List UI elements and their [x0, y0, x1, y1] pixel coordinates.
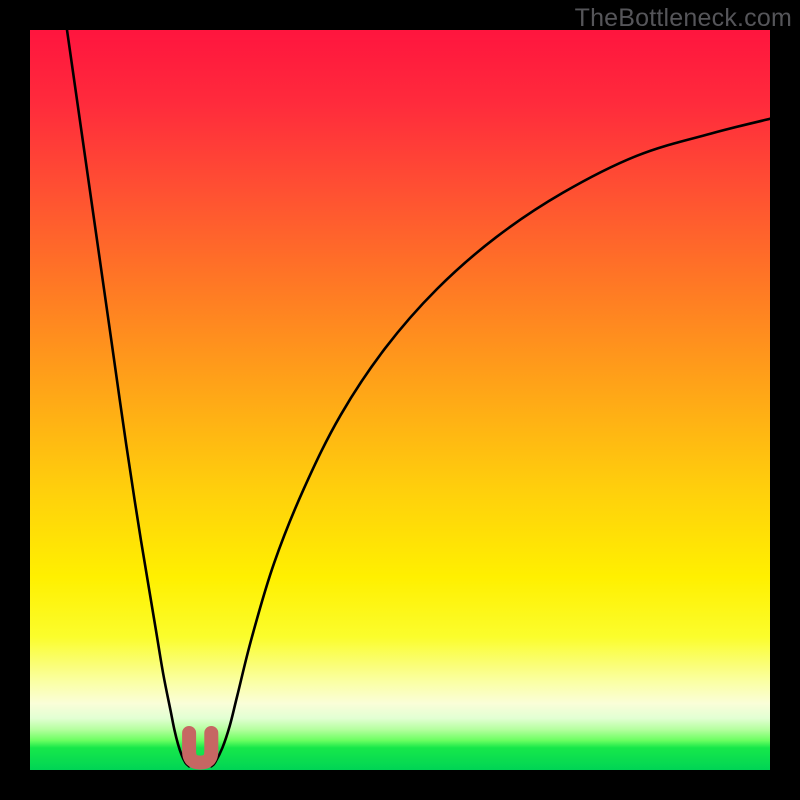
curve-left-branch	[67, 30, 189, 766]
plot-area	[30, 30, 770, 770]
chart-frame: TheBottleneck.com	[0, 0, 800, 800]
watermark-text: TheBottleneck.com	[575, 4, 792, 33]
curve-right-branch	[211, 119, 770, 767]
curve-overlay	[30, 30, 770, 770]
bottleneck-marker-icon	[189, 733, 211, 763]
